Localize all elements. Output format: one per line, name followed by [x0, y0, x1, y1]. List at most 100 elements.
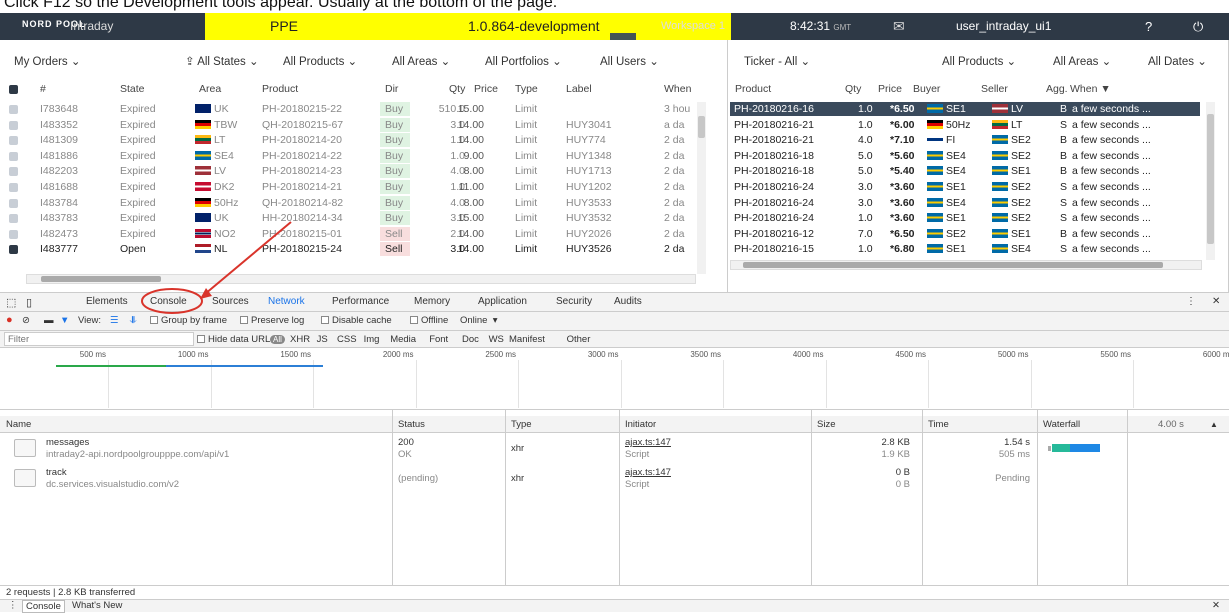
- disable-cache-checkbox[interactable]: Disable cache: [321, 315, 392, 326]
- ticker-row[interactable]: PH-20180216-214.0*7.10FISE2Ba few second…: [730, 133, 1200, 147]
- group-by-frame-checkbox[interactable]: Group by frame: [150, 315, 227, 326]
- filter-type-img[interactable]: Img: [364, 334, 380, 345]
- power-icon[interactable]: ⏻: [1193, 13, 1203, 40]
- ticker-col-header[interactable]: Agg.: [1046, 82, 1068, 96]
- col-type[interactable]: Type: [511, 419, 532, 430]
- row-expand-icon[interactable]: [9, 121, 18, 130]
- orders-areas-filter[interactable]: All Areas ⌄: [392, 54, 450, 70]
- filter-type-manifest[interactable]: Manifest: [509, 334, 545, 345]
- drawer-tab-whats-new[interactable]: What's New: [72, 600, 122, 611]
- orders-col-header[interactable]: Product: [262, 82, 298, 96]
- ticker-col-header[interactable]: Product: [735, 82, 771, 96]
- help-icon[interactable]: ?: [1145, 13, 1152, 40]
- ticker-vscroll-thumb[interactable]: [1207, 114, 1214, 244]
- ticker-col-header[interactable]: When ▼: [1070, 82, 1111, 96]
- inspect-element-icon[interactable]: ⬚: [6, 296, 16, 309]
- orders-col-header[interactable]: Type: [515, 82, 538, 96]
- ticker-row[interactable]: PH-20180216-161.0*6.50SE1LVBa few second…: [730, 102, 1200, 116]
- drawer-tab-console[interactable]: Console: [22, 600, 65, 613]
- table-row[interactable]: I483777OpenNLPH-20180215-24Sell3.014.00L…: [0, 242, 727, 256]
- orders-col-header[interactable]: When: [664, 82, 691, 96]
- filter-type-js[interactable]: JS: [317, 334, 328, 345]
- col-name[interactable]: Name: [6, 419, 31, 430]
- ticker-row[interactable]: PH-20180216-241.0*3.60SE1SE2Sa few secon…: [730, 211, 1200, 225]
- orders-col-header[interactable]: State: [120, 82, 145, 96]
- notification-icon[interactable]: ✉: [893, 13, 905, 40]
- filter-type-other[interactable]: Other: [567, 334, 591, 345]
- tab-audits[interactable]: Audits: [614, 296, 642, 307]
- orders-col-header[interactable]: Dir: [385, 82, 398, 96]
- ticker-col-header[interactable]: Seller: [981, 82, 1008, 96]
- devtools-menu-icon[interactable]: ⋮: [1186, 296, 1196, 307]
- hide-data-urls-checkbox[interactable]: Hide data URLs: [197, 334, 275, 345]
- request-initiator[interactable]: ajax.ts:147: [625, 437, 671, 448]
- orders-col-header[interactable]: Label: [566, 82, 592, 96]
- workspace-selector[interactable]: Workspace 1: [661, 13, 725, 40]
- ticker-col-header[interactable]: Price: [878, 82, 902, 96]
- orders-col-header[interactable]: Qty: [449, 82, 465, 96]
- drawer-menu-icon[interactable]: ⋮: [8, 600, 18, 611]
- ticker-row[interactable]: PH-20180216-243.0*3.60SE1SE2Sa few secon…: [730, 180, 1200, 194]
- record-icon[interactable]: ●: [6, 314, 13, 326]
- table-row[interactable]: I483783ExpiredUKHH-20180214-34Buy3.015.0…: [0, 211, 727, 225]
- devtools-close-icon[interactable]: ✕: [1212, 296, 1220, 307]
- orders-col-header[interactable]: #: [40, 82, 46, 96]
- overview-icon[interactable]: ⥥: [130, 315, 137, 326]
- device-toolbar-icon[interactable]: ▯: [26, 296, 32, 309]
- orders-users-filter[interactable]: All Users ⌄: [600, 54, 659, 70]
- col-status[interactable]: Status: [398, 419, 425, 430]
- request-initiator[interactable]: ajax.ts:147: [625, 467, 671, 478]
- tab-sources[interactable]: Sources: [212, 296, 249, 307]
- orders-portfolios-filter[interactable]: All Portfolios ⌄: [485, 54, 562, 70]
- filter-type-doc[interactable]: Doc: [462, 334, 479, 345]
- tab-memory[interactable]: Memory: [414, 296, 450, 307]
- row-expand-icon[interactable]: [9, 245, 18, 254]
- table-row[interactable]: I482203ExpiredLVPH-20180214-23Buy4.08.00…: [0, 164, 727, 178]
- tab-elements[interactable]: Elements: [86, 296, 128, 307]
- ticker-row[interactable]: PH-20180216-185.0*5.40SE4SE1Ba few secon…: [730, 164, 1200, 178]
- tab-application[interactable]: Application: [478, 296, 527, 307]
- row-expand-icon[interactable]: [9, 105, 18, 114]
- row-expand-icon[interactable]: [9, 152, 18, 161]
- large-rows-icon[interactable]: ☰: [110, 315, 119, 326]
- ticker-col-header[interactable]: Buyer: [913, 82, 940, 96]
- clear-icon[interactable]: ⊘: [22, 315, 30, 326]
- row-expand-icon[interactable]: [9, 230, 18, 239]
- col-initiator[interactable]: Initiator: [625, 419, 656, 430]
- orders-col-header[interactable]: Area: [199, 82, 221, 96]
- row-expand-icon[interactable]: [9, 167, 18, 176]
- ticker-title-dropdown[interactable]: Ticker - All ⌄: [744, 54, 810, 70]
- throttling-select[interactable]: Online ▾: [460, 315, 498, 326]
- orders-title-dropdown[interactable]: My Orders ⌄: [14, 54, 81, 70]
- ticker-row[interactable]: PH-20180216-151.0*6.80SE1SE4Sa few secon…: [730, 242, 1200, 256]
- orders-products-filter[interactable]: All Products ⌄: [283, 54, 357, 70]
- filter-type-xhr[interactable]: XHR: [290, 334, 310, 345]
- orders-vscroll-thumb[interactable]: [698, 116, 705, 138]
- filter-type-css[interactable]: CSS: [337, 334, 357, 345]
- tab-performance[interactable]: Performance: [332, 296, 389, 307]
- user-name[interactable]: user_intraday_ui1: [956, 13, 1051, 40]
- tab-network[interactable]: Network: [268, 296, 305, 307]
- filter-type-all[interactable]: All: [270, 334, 285, 345]
- ticker-vertical-scrollbar[interactable]: [1206, 102, 1215, 260]
- filter-input[interactable]: [4, 332, 194, 346]
- row-expand-icon[interactable]: [9, 214, 18, 223]
- network-request-row[interactable]: trackdc.services.visualstudio.com/v2(pen…: [0, 464, 1229, 492]
- filter-type-media[interactable]: Media: [390, 334, 416, 345]
- network-request-row[interactable]: messagesintraday2-api.nordpoolgroupppe.c…: [0, 434, 1229, 462]
- filter-icon[interactable]: ▼: [60, 315, 69, 326]
- col-size[interactable]: Size: [817, 419, 835, 430]
- table-row[interactable]: I481309ExpiredLTPH-20180214-20Buy1.014.0…: [0, 133, 727, 147]
- orders-vertical-scrollbar[interactable]: [697, 102, 706, 274]
- table-row[interactable]: I481886ExpiredSE4PH-20180214-22Buy1.09.0…: [0, 149, 727, 163]
- offline-checkbox[interactable]: Offline: [410, 315, 448, 326]
- filter-type-ws[interactable]: WS: [489, 334, 504, 345]
- ticker-row[interactable]: PH-20180216-127.0*6.50SE2SE1Ba few secon…: [730, 227, 1200, 241]
- ticker-products-filter[interactable]: All Products ⌄: [942, 54, 1016, 70]
- orders-col-header[interactable]: Price: [474, 82, 498, 96]
- env-dropdown-handle[interactable]: [610, 33, 636, 40]
- row-expand-icon[interactable]: [9, 199, 18, 208]
- table-row[interactable]: I481688ExpiredDK2PH-20180214-21Buy1.011.…: [0, 180, 727, 194]
- ticker-areas-filter[interactable]: All Areas ⌄: [1053, 54, 1111, 70]
- ticker-horizontal-scrollbar[interactable]: [730, 260, 1202, 270]
